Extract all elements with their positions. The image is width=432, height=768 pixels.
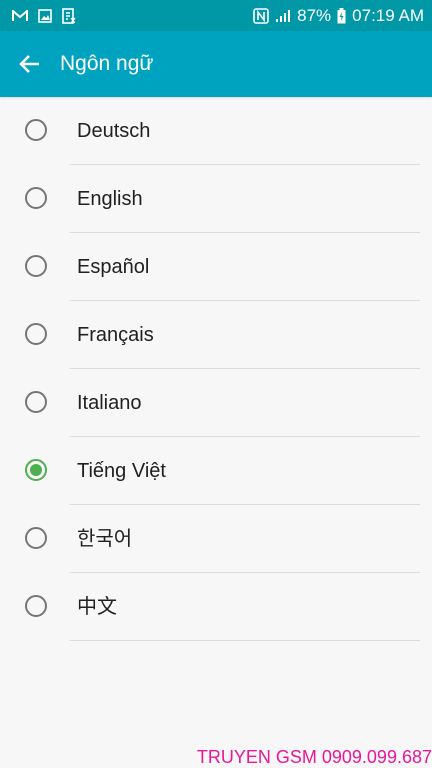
- language-label: Español: [77, 256, 150, 278]
- battery-percent: 87%: [297, 5, 332, 25]
- radio-button[interactable]: [25, 255, 47, 277]
- language-option-chinese[interactable]: 中文: [0, 573, 432, 641]
- watermark-text: TRUYEN GSM 0909.099.687: [196, 747, 432, 767]
- language-label: 한국어: [77, 528, 133, 550]
- radio-button[interactable]: [25, 187, 47, 209]
- app-bar: Ngôn ngữ: [0, 31, 432, 97]
- radio-button[interactable]: [25, 323, 47, 345]
- page-title: Ngôn ngữ: [60, 52, 154, 75]
- language-option-tieng-viet[interactable]: Tiếng Việt: [0, 437, 432, 505]
- language-option-deutsch[interactable]: Deutsch: [0, 97, 432, 165]
- usb-debug-icon: [62, 7, 76, 24]
- radio-button-selected[interactable]: [25, 459, 47, 481]
- language-label: Français: [77, 324, 154, 346]
- language-label: 中文: [77, 596, 117, 618]
- language-label: English: [77, 188, 143, 210]
- radio-button[interactable]: [25, 391, 47, 413]
- language-option-english[interactable]: English: [0, 165, 432, 233]
- language-label: Tiếng Việt: [77, 460, 166, 482]
- image-icon: [38, 8, 52, 23]
- radio-button[interactable]: [25, 595, 47, 617]
- back-button[interactable]: [2, 31, 58, 97]
- language-option-korean[interactable]: 한국어: [0, 505, 432, 573]
- nfc-icon: [253, 7, 269, 24]
- battery-charging-icon: [337, 7, 346, 24]
- language-label: Deutsch: [77, 120, 151, 142]
- language-option-espanol[interactable]: Español: [0, 233, 432, 301]
- language-option-italiano[interactable]: Italiano: [0, 369, 432, 437]
- radio-button[interactable]: [25, 119, 47, 141]
- language-label: Italiano: [77, 392, 142, 414]
- language-option-francais[interactable]: Français: [0, 301, 432, 369]
- back-arrow-icon[interactable]: [19, 53, 41, 75]
- gmail-icon: [12, 9, 28, 22]
- divider: [69, 640, 420, 641]
- signal-icon: [275, 9, 291, 23]
- status-time: 07:19 AM: [352, 5, 424, 25]
- status-bar: 87% 07:19 AM: [0, 0, 432, 31]
- language-list: Deutsch English Español Français Italian…: [0, 97, 432, 641]
- radio-button[interactable]: [25, 527, 47, 549]
